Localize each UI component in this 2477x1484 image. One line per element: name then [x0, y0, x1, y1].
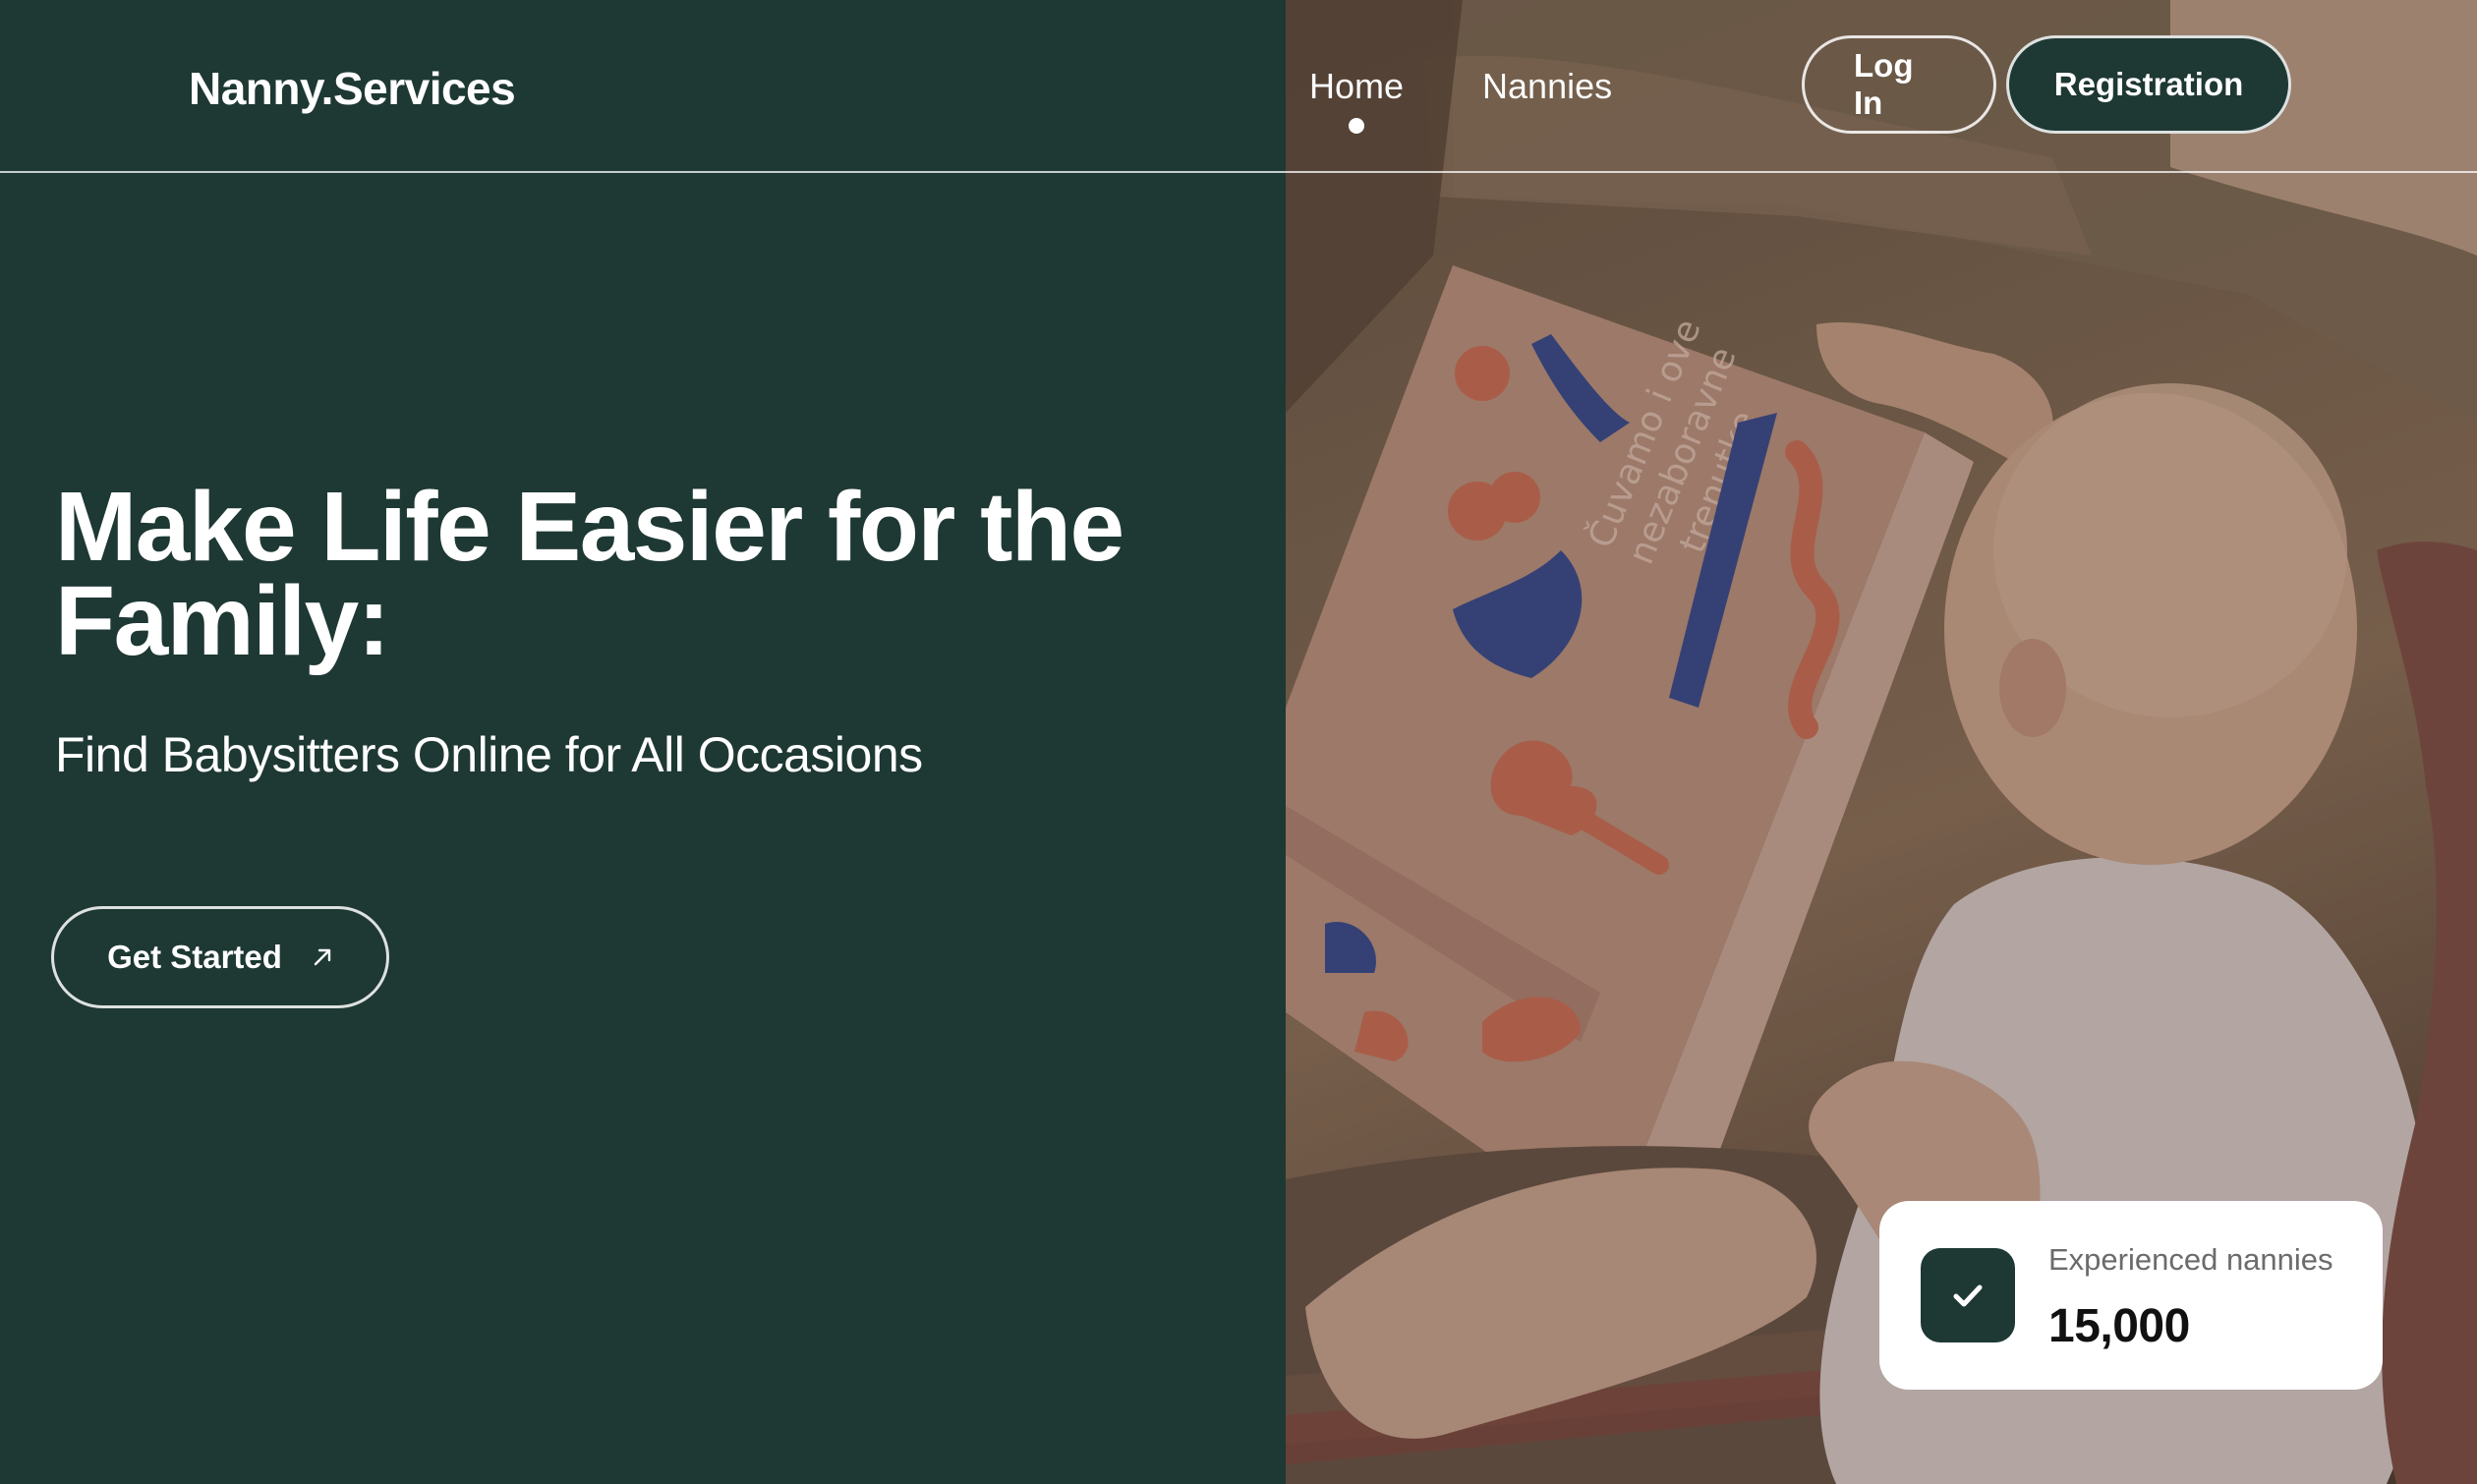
- login-button[interactable]: Log In: [1802, 35, 1996, 134]
- nav-item-label: Home: [1309, 66, 1405, 106]
- stat-value: 15,000: [2048, 1300, 2190, 1352]
- auth-buttons: Log In Registration: [1802, 35, 2291, 134]
- active-indicator-dot: [1349, 118, 1365, 134]
- get-started-button[interactable]: Get Started: [51, 906, 389, 1008]
- check-badge: [1921, 1248, 2015, 1342]
- experienced-nannies-card: Experienced nannies 15,000: [1879, 1201, 2383, 1390]
- get-started-label: Get Started: [107, 939, 282, 975]
- nav-item-nannies[interactable]: Nannies: [1482, 63, 1612, 110]
- check-icon: [1953, 1284, 1983, 1307]
- arrow-up-right-icon: [312, 939, 333, 976]
- logo[interactable]: Nanny.Services: [189, 61, 516, 116]
- registration-button[interactable]: Registration: [2006, 35, 2291, 134]
- nav-item-home[interactable]: Home: [1309, 63, 1405, 134]
- main-nav: Home Nannies: [1309, 63, 1612, 134]
- site-header: Nanny.Services Home Nannies Log In Regis…: [0, 0, 2477, 173]
- stat-label: Experienced nannies: [2048, 1242, 2333, 1277]
- nav-item-label: Nannies: [1482, 66, 1613, 106]
- hero-title: Make Life Easier for the Family:: [55, 472, 1124, 676]
- hero-subtitle: Find Babysitters Online for All Occasion…: [55, 727, 923, 782]
